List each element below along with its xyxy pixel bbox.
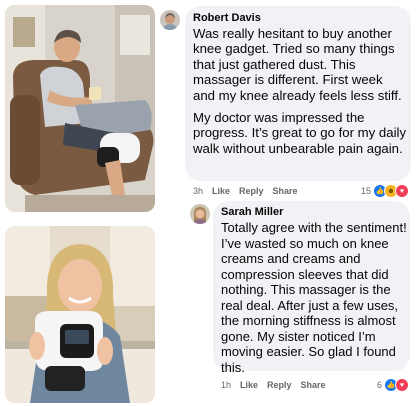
photo-woman-kitchen (5, 226, 155, 403)
comment-author[interactable]: Robert Davis (193, 12, 261, 24)
share-button[interactable]: Share (301, 380, 326, 390)
photo-man-recliner (5, 5, 155, 212)
reaction-summary[interactable]: 15 👍 ☻ ♥ (361, 184, 409, 198)
comment-paragraph: My doctor was impressed the progress. It… (193, 110, 407, 156)
heart-reaction-icon: ♥ (395, 378, 409, 392)
comment-paragraph: Totally agree with the sentiment! I’ve w… (221, 220, 407, 375)
share-button[interactable]: Share (273, 186, 298, 196)
like-button[interactable]: Like (240, 380, 258, 390)
like-button[interactable]: Like (212, 186, 230, 196)
reaction-count: 15 (360, 186, 371, 196)
avatar-sarah-miller[interactable] (190, 204, 210, 224)
reply-button[interactable]: Reply (267, 380, 292, 390)
avatar-robert-davis[interactable] (160, 10, 180, 30)
comment-bubble: Sarah Miller Totally agree with the sent… (213, 201, 410, 375)
comment-text: Totally agree with the sentiment! I’ve w… (221, 220, 407, 375)
comment-timestamp[interactable]: 3h (193, 186, 203, 196)
reaction-summary[interactable]: 6 👍 ♥ (377, 378, 409, 392)
comment-paragraph: Was really hesitant to buy another knee … (193, 26, 402, 103)
comment-bubble: Robert Davis Was really hesitant to buy … (185, 6, 411, 181)
reaction-count: 6 (376, 380, 382, 390)
comment-text: Was really hesitant to buy another knee … (193, 26, 407, 156)
comment-author[interactable]: Sarah Miller (221, 206, 283, 218)
comment-actions: 3h Like Reply Share (193, 186, 298, 196)
comment-actions: 1h Like Reply Share (221, 380, 326, 390)
reply-button[interactable]: Reply (239, 186, 264, 196)
heart-reaction-icon: ♥ (395, 184, 409, 198)
comment-timestamp[interactable]: 1h (221, 380, 231, 390)
